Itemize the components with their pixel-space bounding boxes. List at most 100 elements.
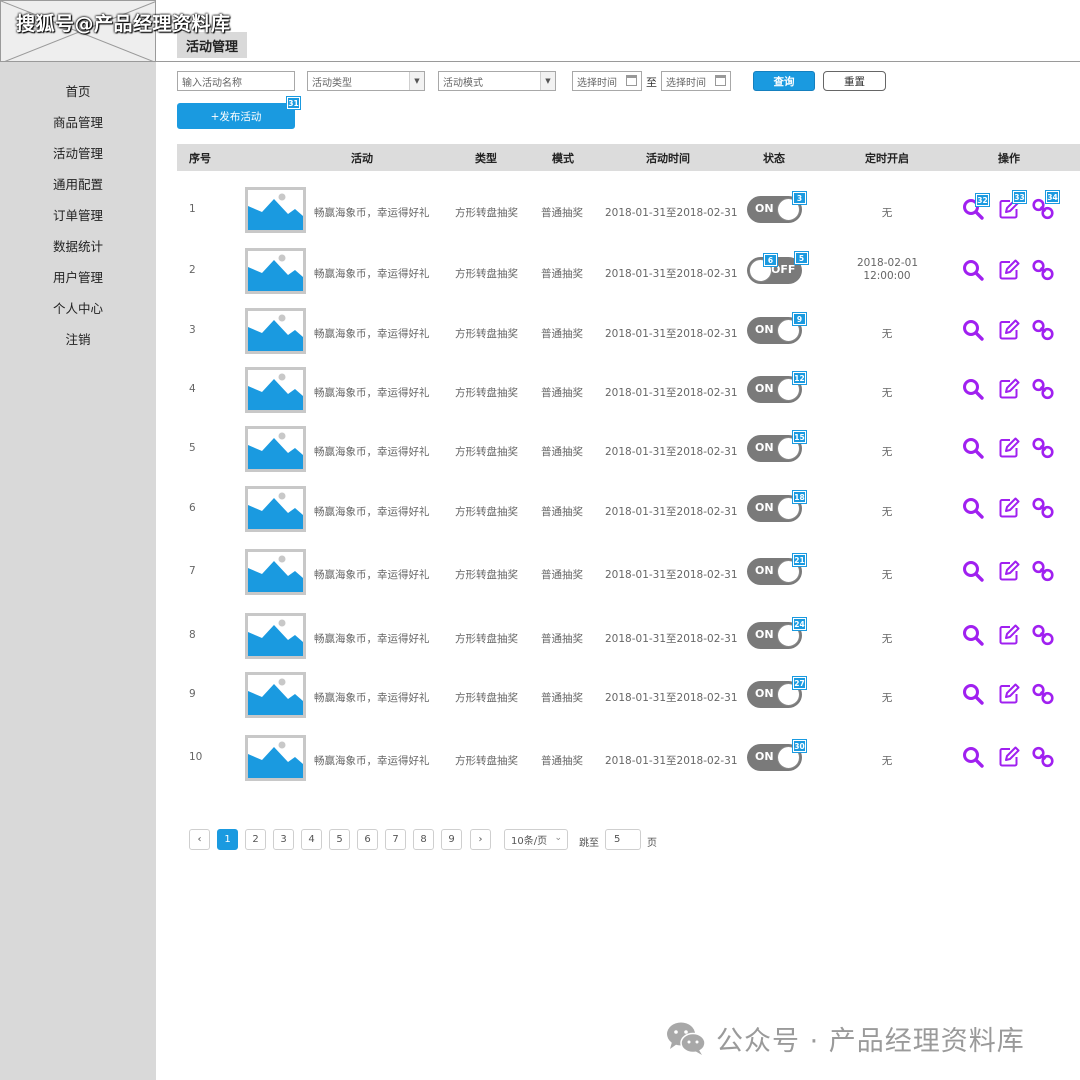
chevron-down-icon[interactable]: ▼ [409,72,424,90]
timer-date: 2018-02-01 [857,257,919,269]
publish-activity-button[interactable]: +发布活动 [177,103,295,129]
activity-time: 2018-01-31至2018-02-31 [605,506,738,518]
page-button[interactable]: 2 [245,829,266,850]
chevron-down-icon[interactable]: ▼ [540,72,555,90]
end-date-placeholder: 选择时间 [666,77,706,89]
start-date-placeholder: 选择时间 [577,77,617,89]
page-button[interactable]: 8 [413,829,434,850]
start-date-picker[interactable]: 选择时间 [572,71,642,91]
activity-type: 方形转盘抽奖 [455,506,518,518]
activity-time: 2018-01-31至2018-02-31 [605,755,738,767]
search-icon[interactable] [961,318,985,342]
edit-icon[interactable] [997,559,1021,583]
sidebar-item-users[interactable]: 用户管理 [0,264,156,288]
sidebar-item-activities[interactable]: 活动管理 [0,140,156,164]
search-icon[interactable] [961,745,985,769]
page-button[interactable]: 9 [441,829,462,850]
activity-name: 畅赢海象币，幸运得好礼 [314,506,430,518]
activity-thumbnail [245,735,306,781]
activity-mode: 普通抽奖 [541,633,583,645]
search-icon[interactable] [961,258,985,282]
link-icon[interactable] [1031,682,1055,706]
activity-name: 畅赢海象币，幸运得好礼 [314,207,430,219]
activity-type: 方形转盘抽奖 [455,328,518,340]
annotation-badge: 12 [792,371,807,385]
date-range-separator: 至 [646,76,657,89]
sidebar-item-products[interactable]: 商品管理 [0,109,156,133]
sidebar-item-orders[interactable]: 订单管理 [0,202,156,226]
image-placeholder-icon [248,429,303,469]
activity-thumbnail [245,187,306,233]
toggle-label: ON [755,202,774,215]
activity-time: 2018-01-31至2018-02-31 [605,633,738,645]
toggle-label: ON [755,687,774,700]
image-placeholder-icon [248,370,303,410]
link-icon[interactable] [1031,436,1055,460]
edit-icon[interactable] [997,436,1021,460]
activity-name-input[interactable]: 输入活动名称 [177,71,295,91]
activity-mode: 普通抽奖 [541,268,583,280]
activity-type: 方形转盘抽奖 [455,569,518,581]
toggle-label: ON [755,564,774,577]
search-icon[interactable] [961,623,985,647]
jump-page-input[interactable]: 5 [605,829,641,850]
query-button[interactable]: 查询 [753,71,815,91]
edit-icon[interactable] [997,682,1021,706]
sidebar-item-home[interactable]: 首页 [0,78,156,102]
search-icon[interactable] [961,496,985,520]
reset-button[interactable]: 重置 [823,71,886,91]
sidebar-item-stats[interactable]: 数据统计 [0,233,156,257]
prev-page-button[interactable]: ‹ [189,829,210,850]
header-time: 活动时间 [646,151,690,165]
edit-icon[interactable] [997,745,1021,769]
edit-icon[interactable] [997,318,1021,342]
image-placeholder-icon [248,738,303,778]
sidebar-item-config[interactable]: 通用配置 [0,171,156,195]
page-size-select[interactable]: 10条/页 ⌄ [504,829,568,850]
page-button[interactable]: 1 [217,829,238,850]
page-button[interactable]: 7 [385,829,406,850]
activity-type: 方形转盘抽奖 [455,692,518,704]
header-index: 序号 [189,151,211,165]
end-date-picker[interactable]: 选择时间 [661,71,731,91]
activity-time: 2018-01-31至2018-02-31 [605,387,738,399]
page-button[interactable]: 5 [329,829,350,850]
link-icon[interactable] [1031,377,1055,401]
watermark-top: 搜狐号@产品经理资料库 [16,13,231,35]
timer-value: 无 [881,569,893,581]
link-icon[interactable] [1031,318,1055,342]
link-icon[interactable] [1031,496,1055,520]
search-icon[interactable] [961,377,985,401]
annotation-badge: 31 [286,96,301,110]
activity-thumbnail [245,426,306,472]
page-button[interactable]: 3 [273,829,294,850]
edit-icon[interactable] [997,258,1021,282]
activity-type-select[interactable]: 活动类型 ▼ [307,71,425,91]
search-icon[interactable] [961,559,985,583]
page-size-value: 10条/页 [511,836,548,847]
page-button[interactable]: 4 [301,829,322,850]
activity-mode-select[interactable]: 活动模式 ▼ [438,71,556,91]
toggle-label: ON [755,323,774,336]
calendar-icon [715,75,726,86]
sidebar-item-logout[interactable]: 注销 [0,326,156,350]
row-index: 6 [189,502,196,514]
timer-value: 无 [881,207,893,219]
edit-icon[interactable] [997,623,1021,647]
sidebar-item-profile[interactable]: 个人中心 [0,295,156,319]
activity-thumbnail [245,308,306,354]
link-icon[interactable] [1031,623,1055,647]
header-mode: 模式 [552,151,574,165]
link-icon[interactable] [1031,745,1055,769]
page-button[interactable]: 6 [357,829,378,850]
table-row: 1 畅赢海象币，幸运得好礼 方形转盘抽奖 普通抽奖 2018-01-31至2018-02… [177,181,1080,239]
link-icon[interactable] [1031,258,1055,282]
search-icon[interactable] [961,436,985,460]
next-page-button[interactable]: › [470,829,491,850]
annotation-badge: 33 [1012,190,1027,204]
activity-mode: 普通抽奖 [541,692,583,704]
edit-icon[interactable] [997,377,1021,401]
edit-icon[interactable] [997,496,1021,520]
search-icon[interactable] [961,682,985,706]
link-icon[interactable] [1031,559,1055,583]
